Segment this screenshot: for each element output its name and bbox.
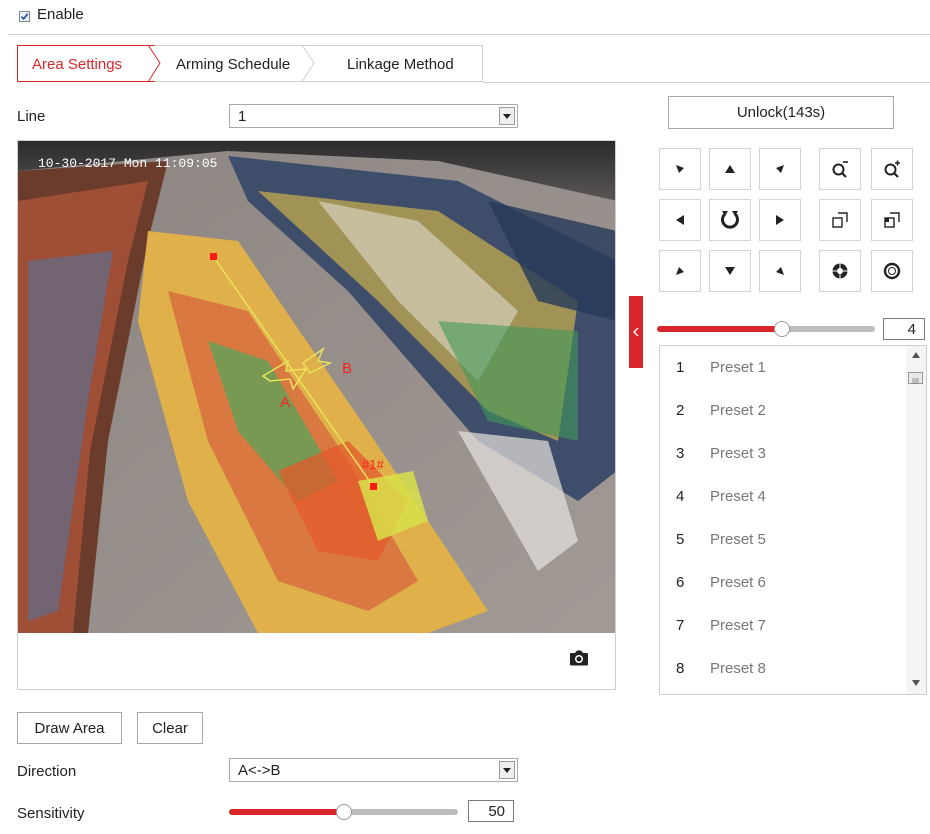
ptz-speed-slider[interactable] [657,321,875,337]
direction-select-value: A<->B [238,761,281,779]
slider-thumb[interactable] [336,804,352,820]
arrow-up-right-icon[interactable] [759,148,801,190]
camera-icon[interactable] [569,650,589,666]
focus-near-icon[interactable] [819,199,861,241]
enable-label: Enable [37,6,84,23]
line-select[interactable]: 1 [229,104,518,128]
panel-collapse-handle[interactable] [629,296,643,368]
preset-name: Preset 3 [710,445,766,462]
rule-point-a: A [280,394,290,411]
preset-item[interactable]: 5 Preset 5 [660,518,900,561]
preset-item[interactable]: 6 Preset 6 [660,561,900,604]
arrow-left-icon[interactable] [659,199,701,241]
preset-list: 1 Preset 1 2 Preset 2 3 Preset 3 4 Preset 4 5 Pre… [659,345,927,695]
preset-item[interactable]: 3 Preset 3 [660,432,900,475]
arrow-up-icon[interactable] [709,148,751,190]
divider [8,34,930,35]
arrow-right-icon[interactable] [759,199,801,241]
sensitivity-value[interactable]: 50 [468,800,514,822]
slider-fill [229,809,344,815]
preset-item[interactable]: 7 Preset 7 [660,604,900,647]
preset-number: 6 [676,574,685,591]
clear-label: Clear [152,719,188,737]
preset-number: 8 [676,660,685,677]
arrow-down-icon[interactable] [709,250,751,292]
ptz-speed-number: 4 [907,320,916,338]
tab-linkage-method[interactable]: Linkage Method [347,46,454,82]
ptz-direction-pad [659,148,929,296]
tab-label: Arming Schedule [176,55,291,73]
iris-close-icon[interactable] [819,250,861,292]
preset-item[interactable]: 2 Preset 2 [660,389,900,432]
tab-label: Linkage Method [347,55,454,73]
video-timestamp: 10-30-2017 Mon 11:09:05 [38,156,217,171]
line-label: Line [17,108,46,125]
tab-underline [483,82,930,83]
chevron-down-icon[interactable] [499,761,515,779]
preset-number: 7 [676,617,685,634]
rule-point-b: B [342,360,352,377]
unlock-label: Unlock(143s) [736,104,826,121]
draw-area-button[interactable]: Draw Area [17,712,122,744]
preset-name: Preset 4 [710,488,766,505]
arrow-up-left-icon[interactable] [659,148,701,190]
slider-thumb[interactable] [774,321,790,337]
sensitivity-label: Sensitivity [17,805,85,822]
direction-select[interactable]: A<->B [229,758,518,782]
direction-label: Direction [17,763,77,780]
tab-area-settings[interactable]: Area Settings [32,46,122,82]
focus-far-icon[interactable] [871,199,913,241]
unlock-button[interactable]: Unlock(143s) [668,96,894,129]
arrow-down-right-icon[interactable] [759,250,801,292]
preset-number: 3 [676,445,685,462]
preset-name: Preset 1 [710,359,766,376]
zoom-in-icon[interactable] [871,148,913,190]
zoom-out-icon[interactable] [819,148,861,190]
tab-label: Area Settings [32,55,123,73]
preset-item[interactable]: 4 Preset 4 [660,475,900,518]
preset-item[interactable]: 1 Preset 1 [660,346,900,389]
preset-item[interactable]: 8 Preset 8 [660,647,900,690]
preset-name: Preset 8 [710,660,766,677]
rule-id-label: #1# [362,457,384,472]
chevron-left-icon [633,328,639,336]
enable-checkbox[interactable] [19,11,30,22]
preset-scrollbar[interactable] [906,346,926,694]
clear-button[interactable]: Clear [137,712,203,744]
live-video-panel: A B #1# 10-30-2017 Mon 11:09:05 [17,140,616,690]
line-select-value: 1 [238,107,247,125]
preset-number: 2 [676,402,685,419]
scroll-up-icon[interactable] [912,352,920,358]
arrow-down-left-icon[interactable] [659,250,701,292]
draw-area-label: Draw Area [34,719,105,737]
tab-arming-schedule[interactable]: Arming Schedule [176,46,290,82]
ptz-speed-value[interactable]: 4 [883,318,925,340]
chevron-down-icon[interactable] [499,107,515,125]
preset-number: 4 [676,488,685,505]
iris-open-icon[interactable] [871,250,913,292]
live-video-frame[interactable]: A B #1# 10-30-2017 Mon 11:09:05 [18,141,616,633]
scroll-down-icon[interactable] [912,680,920,686]
preset-number: 5 [676,531,685,548]
sensitivity-number: 50 [488,802,505,820]
sensitivity-slider[interactable] [229,804,458,820]
preset-name: Preset 6 [710,574,766,591]
scroll-thumb[interactable] [908,372,923,384]
slider-fill [657,326,782,332]
preset-name: Preset 5 [710,531,766,548]
preset-name: Preset 2 [710,402,766,419]
auto-pan-icon[interactable] [709,199,751,241]
preset-number: 1 [676,359,685,376]
preset-name: Preset 7 [710,617,766,634]
